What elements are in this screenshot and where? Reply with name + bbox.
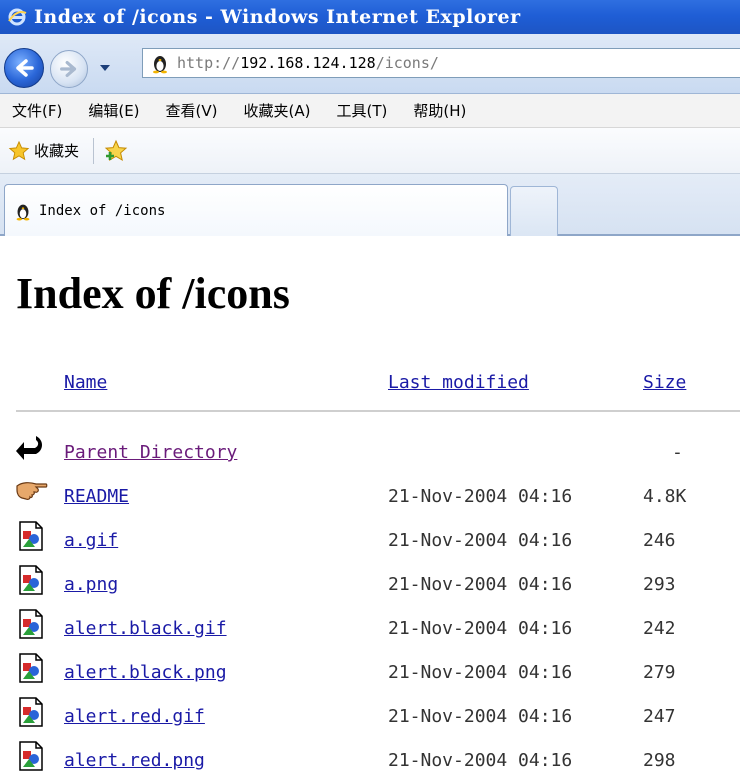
- list-item: a.gif 21-Nov-2004 04:16 246: [0, 520, 740, 564]
- tux-favicon-icon: [153, 56, 167, 74]
- row-size: 4.8K: [643, 486, 687, 507]
- row-size: 246: [643, 530, 676, 551]
- menu-bar: 文件(F) 编辑(E) 查看(V) 收藏夹(A) 工具(T) 帮助(H): [0, 94, 740, 128]
- ie-logo-icon: [6, 6, 28, 28]
- list-item: Parent Directory -: [0, 432, 740, 476]
- pointing-hand-icon: [16, 482, 48, 500]
- list-item: alert.red.gif 21-Nov-2004 04:16 247: [0, 696, 740, 740]
- list-item: alert.black.gif 21-Nov-2004 04:16 242: [0, 608, 740, 652]
- image-file-icon: [19, 565, 43, 595]
- file-link-alert-red-gif[interactable]: alert.red.gif: [64, 706, 205, 727]
- window-title: Index of /icons - Windows Internet Explo…: [34, 6, 521, 28]
- menu-favorites[interactable]: 收藏夹(A): [244, 100, 311, 121]
- back-arrow-icon: [16, 436, 42, 460]
- file-link-readme[interactable]: README: [64, 486, 129, 507]
- image-file-icon: [19, 521, 43, 551]
- chevron-down-icon: [100, 65, 110, 71]
- file-link-alert-red-png[interactable]: alert.red.png: [64, 750, 205, 771]
- row-size: 247: [643, 706, 676, 727]
- menu-view[interactable]: 查看(V): [166, 100, 218, 121]
- row-date: 21-Nov-2004 04:16: [388, 662, 573, 683]
- menu-help[interactable]: 帮助(H): [413, 100, 466, 121]
- row-size: 242: [643, 618, 676, 639]
- sort-by-size-link[interactable]: Size: [643, 372, 686, 393]
- url-path: /icons/: [375, 54, 439, 72]
- favorites-separator: [93, 137, 95, 164]
- row-date: 21-Nov-2004 04:16: [388, 750, 573, 771]
- address-input[interactable]: http://192.168.124.128/icons/: [142, 48, 740, 78]
- history-dropdown-button[interactable]: [98, 62, 112, 74]
- file-link-alert-black-gif[interactable]: alert.black.gif: [64, 618, 227, 639]
- list-item: alert.black.png 21-Nov-2004 04:16 279: [0, 652, 740, 696]
- row-size: 293: [643, 574, 676, 595]
- list-item: alert.red.png 21-Nov-2004 04:16 298: [0, 740, 740, 784]
- window-titlebar[interactable]: Index of /icons - Windows Internet Explo…: [0, 0, 740, 34]
- menu-file[interactable]: 文件(F): [12, 100, 62, 121]
- url-scheme: http://: [177, 54, 241, 72]
- image-file-icon: [19, 609, 43, 639]
- row-date: 21-Nov-2004 04:16: [388, 530, 573, 551]
- favorites-bar: 收藏夹: [0, 128, 740, 174]
- parent-directory-link[interactable]: Parent Directory: [64, 442, 237, 463]
- row-date: 21-Nov-2004 04:16: [388, 618, 573, 639]
- sort-by-name-link[interactable]: Name: [64, 372, 107, 393]
- url-host: 192.168.124.128: [240, 54, 376, 72]
- page-title: Index of /icons: [16, 269, 290, 318]
- tab-label: Index of /icons: [39, 202, 166, 219]
- favorites-button[interactable]: 收藏夹: [34, 140, 79, 161]
- tab-bar: Index of /icons: [0, 174, 740, 236]
- file-link-a-gif[interactable]: a.gif: [64, 530, 118, 551]
- image-file-icon: [19, 653, 43, 683]
- file-link-alert-black-png[interactable]: alert.black.png: [64, 662, 227, 683]
- row-date: 21-Nov-2004 04:16: [388, 486, 573, 507]
- new-tab-button[interactable]: [510, 186, 558, 236]
- row-size: 279: [643, 662, 676, 683]
- navigation-bar: http://192.168.124.128/icons/: [0, 34, 740, 94]
- row-date: 21-Nov-2004 04:16: [388, 706, 573, 727]
- header-divider: [16, 410, 740, 412]
- tux-favicon-icon: [16, 204, 30, 220]
- list-item: a.png 21-Nov-2004 04:16 293: [0, 564, 740, 608]
- page-content: Index of /icons Name Last modified Size …: [0, 236, 740, 771]
- image-file-icon: [19, 697, 43, 727]
- back-arrow-icon: [16, 59, 34, 77]
- row-date: 21-Nov-2004 04:16: [388, 574, 573, 595]
- sort-by-last-modified-link[interactable]: Last modified: [388, 372, 529, 393]
- list-item: README 21-Nov-2004 04:16 4.8K: [0, 476, 740, 520]
- forward-arrow-icon: [60, 60, 77, 78]
- address-url: http://192.168.124.128/icons/: [177, 54, 439, 72]
- row-size: -: [672, 442, 683, 463]
- menu-tools[interactable]: 工具(T): [336, 100, 387, 121]
- file-link-a-png[interactable]: a.png: [64, 574, 118, 595]
- tab-index-of-icons[interactable]: Index of /icons: [4, 184, 508, 236]
- forward-button[interactable]: [50, 50, 88, 88]
- add-to-favorites-icon[interactable]: [104, 139, 128, 163]
- row-size: 298: [643, 750, 676, 771]
- back-button[interactable]: [4, 48, 44, 88]
- favorites-star-icon[interactable]: [8, 140, 30, 162]
- menu-edit[interactable]: 编辑(E): [88, 100, 139, 121]
